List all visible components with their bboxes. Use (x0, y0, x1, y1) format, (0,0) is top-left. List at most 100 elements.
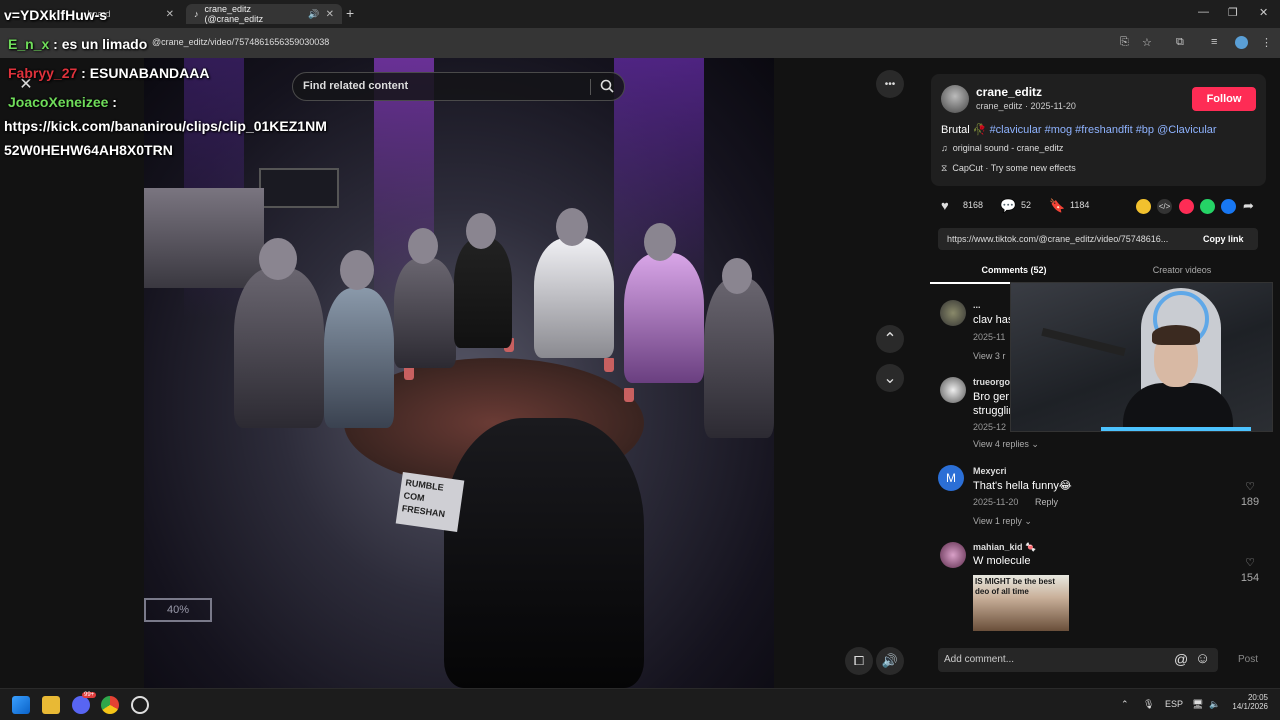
share-link-text[interactable]: https://www.tiktok.com/@crane_editz/vide… (947, 234, 1168, 244)
likes-count: 8168 (963, 200, 984, 210)
poster (144, 188, 264, 288)
address-bar[interactable]: @crane_editz/video/7574861656359030038 (0, 28, 1280, 58)
search-input[interactable]: Find related content (303, 80, 408, 92)
view-replies[interactable]: View 4 replies ⌄ (973, 439, 1039, 450)
capcut-row[interactable]: ⧖ CapCut · Try some new effects (941, 163, 1076, 174)
tray-chevron-icon[interactable]: ⌃ (1121, 699, 1129, 710)
author-avatar[interactable] (941, 85, 969, 113)
comment-tabs: Comments (52) Creator videos (930, 262, 1266, 284)
embed-icon[interactable]: </> (1157, 199, 1172, 214)
bookmark-star-icon[interactable]: ☆ (1142, 36, 1152, 49)
extensions-icon[interactable]: ⧉ (1176, 36, 1184, 49)
caption-hashtags[interactable]: #clavicular #mog #freshandfit #bp @Clavi… (990, 124, 1217, 136)
percent-badge: 40% (144, 598, 212, 622)
chrome-icon[interactable] (101, 696, 119, 714)
send-icon[interactable] (1179, 199, 1194, 214)
comment-like-icon[interactable]: ♡ (1235, 480, 1265, 493)
streamer-hair (1152, 325, 1200, 345)
chat-line: E_n_x : es un limado (8, 36, 147, 52)
search-box[interactable]: Find related content (292, 72, 625, 101)
view-replies[interactable]: View 1 reply ⌄ (973, 516, 1032, 527)
comment-avatar[interactable] (940, 300, 966, 326)
microphone-icon[interactable]: 🎙 (1143, 699, 1154, 710)
volume-tray-icon[interactable]: 🔈 (1209, 699, 1220, 710)
comment-avatar[interactable]: M (938, 465, 964, 491)
language-indicator[interactable]: ESP (1165, 699, 1183, 709)
comment-meme-image[interactable]: IS MIGHT be the best deo of all time (973, 575, 1069, 631)
windows-start-icon[interactable] (12, 696, 30, 714)
heart-icon[interactable]: ♥ (941, 198, 949, 213)
browser-tab-bar: ...board ✕ ♪ crane_editz (@crane_editz 🔊… (0, 0, 1280, 28)
clock-date: 14/1/2026 (1232, 702, 1268, 711)
share-arrow-icon[interactable]: ➦ (1243, 198, 1254, 214)
comment-text: W molecule (973, 555, 1031, 567)
person-head (340, 250, 374, 290)
microphone-arm (1041, 327, 1126, 357)
new-tab-button[interactable]: + (346, 5, 354, 21)
capcut-icon: ⧖ (941, 163, 948, 173)
tab-comments[interactable]: Comments (52) (930, 262, 1098, 284)
minimize-button[interactable]: — (1198, 6, 1209, 18)
repost-icon[interactable] (1136, 199, 1151, 214)
file-explorer-icon[interactable] (42, 696, 60, 714)
person-head (466, 213, 496, 249)
comment-author[interactable]: trueorgo (973, 377, 1010, 387)
author-subtitle: crane_editz · 2025-11-20 (976, 101, 1076, 111)
comment-date: 2025-11-20 (973, 497, 1019, 507)
volume-icon[interactable]: 🔊 (876, 647, 904, 675)
discord-icon[interactable] (72, 696, 90, 714)
comment-author[interactable]: mahian_kid 🍬 (973, 542, 1036, 553)
network-icon[interactable]: 🖥 (1192, 699, 1203, 710)
clock[interactable]: 20:05 14/1/2026 (1232, 693, 1268, 711)
comment-text: strugglin (973, 405, 1015, 417)
url-text[interactable]: @crane_editz/video/7574861656359030038 (152, 37, 329, 47)
person (324, 288, 394, 428)
whatsapp-icon[interactable] (1200, 199, 1215, 214)
search-icon[interactable] (599, 78, 615, 94)
reply-button[interactable]: Reply (1035, 497, 1058, 507)
comment-author[interactable]: Mexycri (973, 466, 1007, 476)
next-video-icon[interactable]: ⌄ (876, 364, 904, 392)
tab-close-icon[interactable]: ✕ (166, 9, 174, 20)
add-comment-input[interactable]: Add comment... (944, 654, 1014, 665)
comment-text: Bro ger (973, 391, 1010, 403)
emoji-icon[interactable]: ☺ (1195, 650, 1210, 667)
mention-icon[interactable]: @ (1174, 651, 1188, 667)
picture-in-picture-icon[interactable]: ⧠ (845, 647, 873, 675)
comment-icon[interactable]: 💬 (1000, 198, 1016, 214)
comment-avatar[interactable] (940, 377, 966, 403)
more-options-icon[interactable]: ••• (876, 70, 904, 98)
maximize-button[interactable]: ❐ (1228, 6, 1238, 19)
video-player[interactable]: RUMBLE COM FRESHAN 40% (144, 58, 774, 688)
bookmark-icon[interactable]: 🔖 (1049, 198, 1065, 214)
chat-message: : (112, 94, 117, 110)
tab-creator-videos[interactable]: Creator videos (1098, 262, 1266, 284)
sound-row[interactable]: ♫ original sound - crane_editz (941, 143, 1063, 153)
comment-avatar[interactable] (940, 542, 966, 568)
facebook-icon[interactable] (1221, 199, 1236, 214)
browser-tab-tiktok[interactable]: ♪ crane_editz (@crane_editz 🔊 ✕ (186, 4, 342, 24)
browser-menu-icon[interactable]: ⋮ (1261, 36, 1272, 49)
comment-author[interactable]: ... (973, 300, 981, 310)
chat-username: Fabryy_27 (8, 65, 78, 81)
add-comment-box[interactable]: Add comment... @ ☺ (938, 648, 1218, 672)
follow-button[interactable]: Follow (1192, 87, 1256, 111)
speaker-icon[interactable]: 🔊 (308, 9, 319, 20)
copy-link-button[interactable]: Copy link (1203, 234, 1244, 244)
comment-like-icon[interactable]: ♡ (1235, 556, 1265, 569)
view-replies[interactable]: View 3 r (973, 351, 1005, 361)
obs-icon[interactable] (131, 696, 149, 714)
tab-title: crane_editz (@crane_editz (204, 4, 264, 24)
profile-avatar[interactable] (1235, 36, 1248, 49)
led-strip (1101, 427, 1251, 431)
previous-video-icon[interactable]: ⌃ (876, 325, 904, 353)
rumble-sign: RUMBLE COM FRESHAN (395, 471, 465, 533)
tab-close-icon[interactable]: ✕ (326, 9, 334, 20)
install-icon[interactable]: ⎘ (1120, 36, 1129, 49)
monitor (259, 168, 339, 208)
webcam-overlay (1010, 282, 1273, 432)
close-window-button[interactable]: ✕ (1259, 6, 1268, 19)
author-name[interactable]: crane_editz (976, 85, 1042, 99)
post-comment-button[interactable]: Post (1238, 654, 1258, 665)
media-controls-icon[interactable]: ≡ (1211, 36, 1217, 48)
